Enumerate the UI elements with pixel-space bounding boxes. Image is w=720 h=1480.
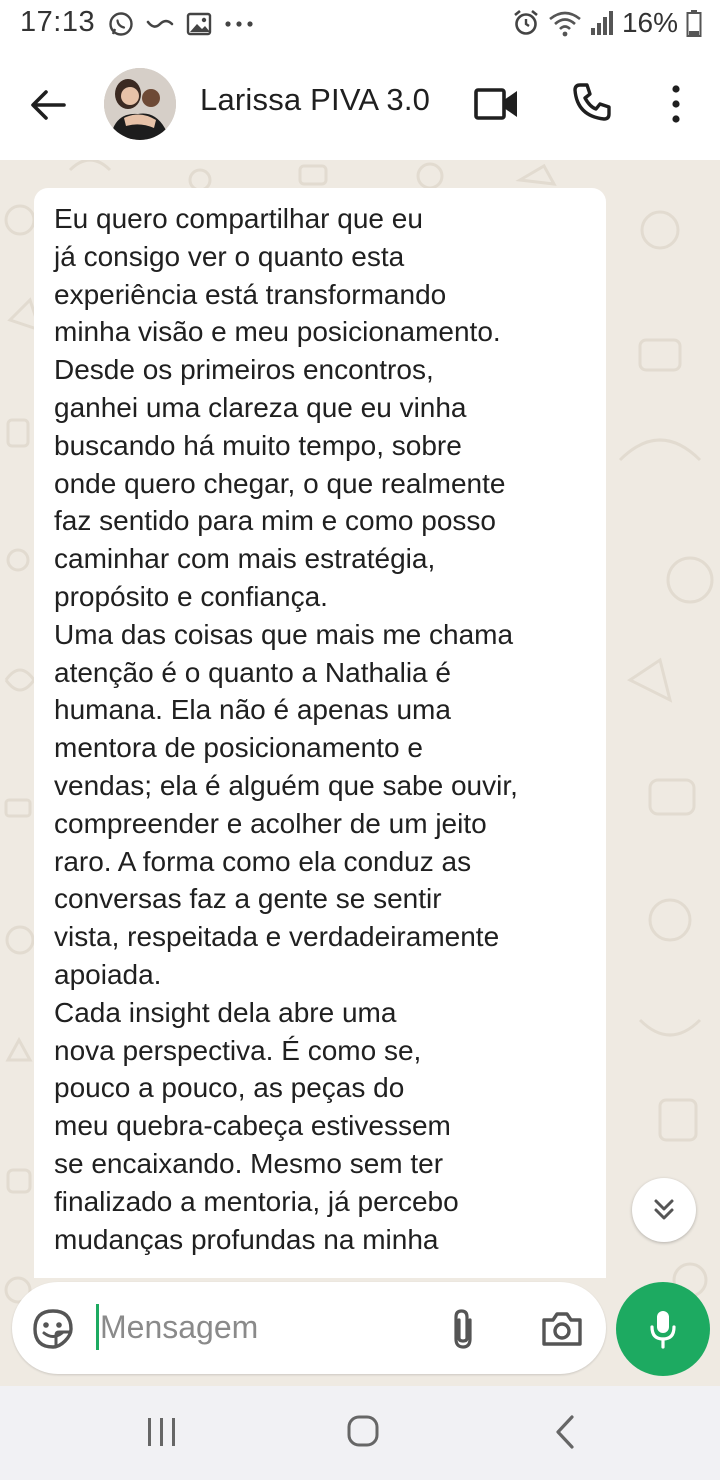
chat-header: Larissa PIVA 3.0 [0,48,720,160]
battery-percentage: 16% [621,7,678,38]
home-icon [347,1415,379,1447]
notification-icons [108,8,254,40]
message-input[interactable]: Mensagem [100,1304,258,1350]
chevron-left-icon [556,1415,574,1449]
contact-name[interactable]: Larissa PIVA 3.0 [200,82,430,118]
wifi-icon [548,9,582,37]
mic-icon [650,1311,676,1349]
attach-icon [454,1309,472,1349]
wave-icon [146,14,174,34]
alarm-icon [512,9,540,37]
message-text: Eu quero compartilhar que eu já consigo … [54,203,518,1255]
attach-button[interactable] [448,1308,478,1350]
voice-message-button[interactable] [616,1282,710,1376]
message-composer: Mensagem [12,1282,606,1374]
battery-icon [686,9,702,37]
system-back-button[interactable] [554,1414,576,1450]
more-vert-icon [672,85,680,123]
sticker-icon [33,1309,73,1349]
status-time: 17:13 [20,6,96,38]
chat-area[interactable]: Eu quero compartilhar que eu já consigo … [0,160,720,1386]
camera-button[interactable] [540,1310,584,1348]
video-call-icon [474,88,517,120]
recent-apps-icon [148,1418,175,1446]
video-call-button[interactable] [474,86,520,122]
recent-apps-button[interactable] [146,1416,178,1448]
message-bubble[interactable]: Eu quero compartilhar que eu já consigo … [34,188,606,1278]
signal-icon [590,10,614,36]
gallery-icon [186,12,212,36]
whatsapp-icon [108,11,134,37]
back-button[interactable] [28,84,70,126]
sticker-button[interactable] [32,1308,74,1350]
status-bar: 17:13 16% [0,0,720,48]
scroll-to-bottom-button[interactable] [632,1178,696,1242]
voice-call-button[interactable] [572,82,612,122]
system-navigation-bar [0,1386,720,1480]
home-button[interactable] [346,1414,380,1448]
text-cursor [96,1304,99,1350]
double-chevron-down-icon [654,1199,674,1220]
more-notifications-icon [224,19,254,29]
more-options-button[interactable] [660,84,692,124]
avatar-photo [104,68,176,140]
avatar[interactable] [104,68,176,140]
back-arrow-icon [31,90,66,120]
system-icons: 16% [512,6,702,40]
phone-icon [573,83,611,121]
camera-icon [542,1312,582,1346]
